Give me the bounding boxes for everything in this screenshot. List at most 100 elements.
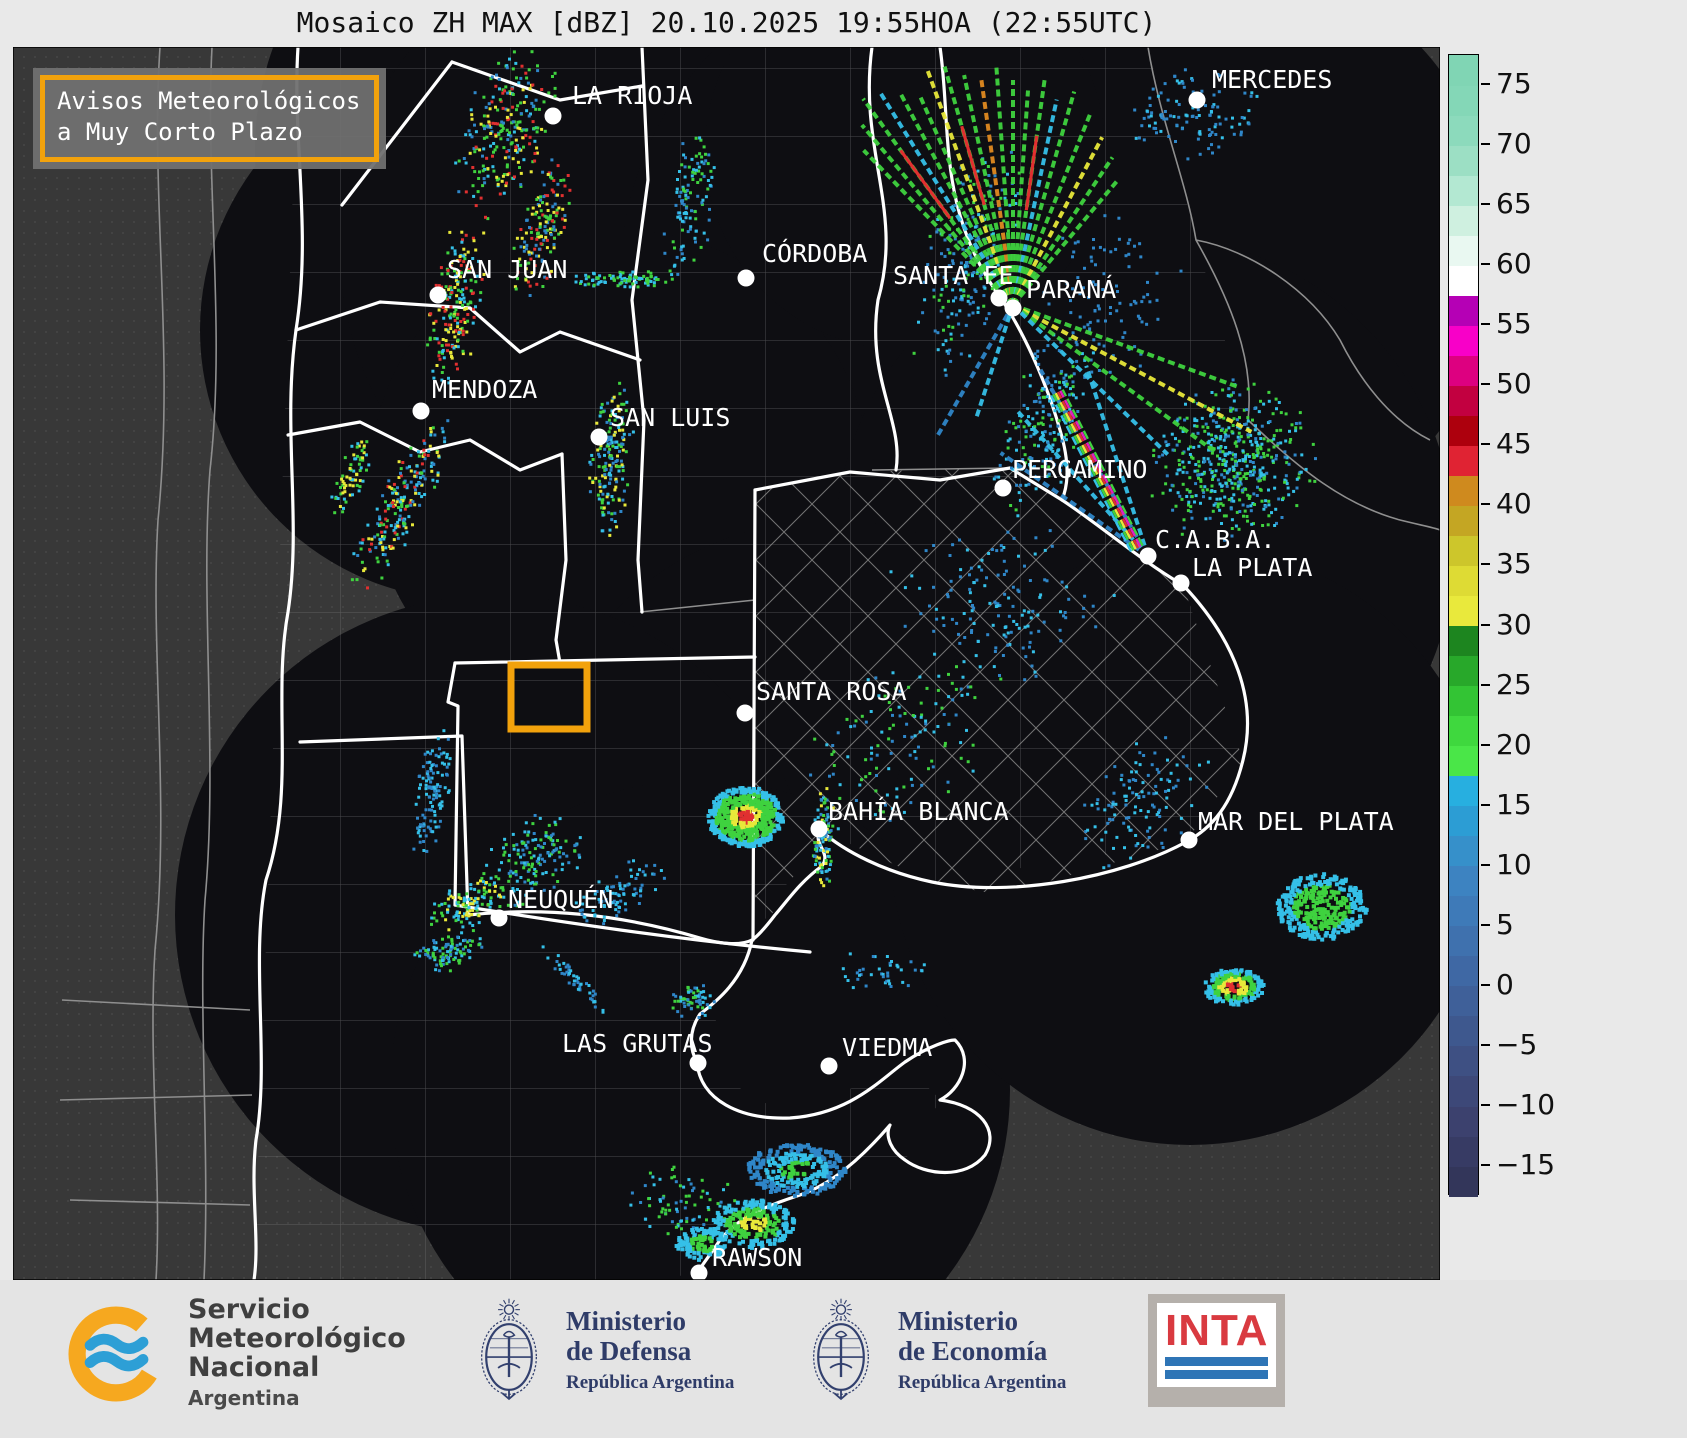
city-marker: [820, 1057, 838, 1075]
colorbar-segment: [1449, 1045, 1478, 1077]
colorbar-tick-label: 75: [1496, 67, 1532, 101]
colorbar-tick: [1481, 863, 1490, 866]
colorbar-segment: [1449, 685, 1478, 717]
colorbar-tick: [1481, 83, 1490, 86]
city-label: LAS GRUTAS: [562, 1029, 713, 1058]
colorbar-tick-label: −5: [1496, 1027, 1538, 1061]
colorbar-segment: [1449, 745, 1478, 777]
colorbar-tick-label: 65: [1496, 187, 1532, 221]
city-marker: [1188, 91, 1206, 109]
colorbar-segment: [1449, 295, 1478, 326]
smn-line4: Argentina: [188, 1386, 300, 1410]
alert-box: Avisos Meteorológicos a Muy Corto Plazo: [33, 68, 387, 169]
map-layers: LA RIOJA MERCEDES SAN JUAN CÓRDOBA SANTA FE P…: [13, 47, 1440, 1280]
city-marker: [1139, 547, 1157, 565]
colorbar-segment: [1449, 265, 1478, 296]
city-marker: [490, 909, 508, 927]
city-label: RAWSON: [712, 1243, 802, 1272]
city-label: VIEDMA: [842, 1033, 932, 1062]
city-label: BAHÍA BLANCA: [828, 797, 1009, 826]
colorbar-tick: [1481, 1103, 1490, 1106]
colorbar-segment: [1449, 535, 1478, 567]
colorbar-tick-label: 20: [1496, 727, 1532, 761]
colorbar-segment: [1449, 1135, 1478, 1167]
defensa-line3: República Argentina: [566, 1372, 735, 1393]
city-marker: [736, 704, 754, 722]
colorbar-tick-label: 5: [1496, 907, 1514, 941]
colorbar-tick: [1481, 743, 1490, 746]
colorbar-segment: [1449, 955, 1478, 987]
colorbar-tick: [1481, 983, 1490, 986]
colorbar-tick-label: 0: [1496, 967, 1514, 1001]
city-marker: [1004, 299, 1022, 317]
city-label: SANTA FE: [893, 261, 1013, 290]
economia-line3: República Argentina: [898, 1372, 1067, 1393]
coat-of-arms-icon: [481, 1298, 537, 1401]
colorbar-segment: [1449, 175, 1478, 206]
colorbar-tick-label: −15: [1496, 1147, 1556, 1181]
colorbar-segment: [1449, 595, 1478, 627]
colorbar-tick-label: 10: [1496, 847, 1532, 881]
smn-logo-icon: [68, 1306, 164, 1402]
colorbar-segment: [1449, 55, 1478, 86]
colorbar-segment: [1449, 1075, 1478, 1107]
colorbar-tick: [1481, 623, 1490, 626]
colorbar-segment: [1449, 445, 1478, 476]
city-label: MERCEDES: [1212, 65, 1332, 94]
colorbar-segment: [1449, 625, 1478, 657]
colorbar-tick-label: 35: [1496, 547, 1532, 581]
smn-wave-icon: [84, 1333, 149, 1354]
city-label: SAN LUIS: [610, 403, 730, 432]
city-label: MENDOZA: [432, 375, 537, 404]
city-label: MAR DEL PLATA: [1198, 807, 1394, 836]
colorbar-segment: [1449, 865, 1478, 897]
city-marker: [412, 402, 430, 420]
colorbar-segment: [1449, 985, 1478, 1017]
alert-box-line1: Avisos Meteorológicos: [57, 87, 361, 115]
defensa-logo: Ministerio de Defensa República Argentin…: [468, 1292, 734, 1412]
colorbar-segment: [1449, 115, 1478, 146]
colorbar-segment: [1449, 235, 1478, 266]
city-marker: [737, 269, 755, 287]
city-label: LA PLATA: [1192, 553, 1312, 582]
smn-line1: Servicio: [188, 1294, 310, 1325]
city-label: PERGAMINO: [1012, 455, 1147, 484]
dbz-colorbar: [1448, 54, 1479, 1197]
colorbar-tick-label: 30: [1496, 607, 1532, 641]
colorbar-tick: [1481, 203, 1490, 206]
city-label: SAN JUAN: [447, 255, 567, 284]
inta-label: INTA: [1165, 1306, 1269, 1355]
colorbar-tick-label: 45: [1496, 427, 1532, 461]
smn-line2: Meteorológico: [188, 1323, 406, 1354]
colorbar-tick: [1481, 443, 1490, 446]
radar-map: LA RIOJA MERCEDES SAN JUAN CÓRDOBA SANTA FE P…: [13, 47, 1440, 1280]
colorbar-tick-label: 25: [1496, 667, 1532, 701]
city-marker: [994, 479, 1012, 497]
city-label: LA RIOJA: [572, 81, 692, 110]
economia-logo: Ministerio de Economía República Argenti…: [800, 1292, 1066, 1412]
city-marker: [810, 820, 828, 838]
economia-line2: de Economía: [898, 1336, 1048, 1366]
colorbar-tick-label: 40: [1496, 487, 1532, 521]
colorbar-segment: [1449, 475, 1478, 506]
colorbar-tick: [1481, 263, 1490, 266]
city-marker: [590, 428, 608, 446]
colorbar-segment: [1449, 505, 1478, 537]
colorbar-segment: [1449, 145, 1478, 176]
colorbar-tick: [1481, 143, 1490, 146]
colorbar-segment: [1449, 415, 1478, 446]
page-title: Mosaico ZH MAX [dBZ] 20.10.2025 19:55HOA…: [296, 6, 1157, 39]
colorbar-tick-label: 70: [1496, 127, 1532, 161]
colorbar-segment: [1449, 925, 1478, 957]
city-marker: [544, 107, 562, 125]
inta-logo-frame: INTA: [1148, 1294, 1286, 1407]
colorbar-tick-label: −10: [1496, 1087, 1556, 1121]
city-label: PARANÁ: [1026, 275, 1116, 304]
city-marker: [990, 289, 1008, 307]
inta-bar: [1165, 1357, 1269, 1366]
colorbar-tick-label: 55: [1496, 307, 1532, 341]
city-marker: [1180, 831, 1198, 849]
colorbar-tick: [1481, 383, 1490, 386]
colorbar-segment: [1449, 205, 1478, 236]
colorbar-segment: [1449, 1165, 1478, 1197]
